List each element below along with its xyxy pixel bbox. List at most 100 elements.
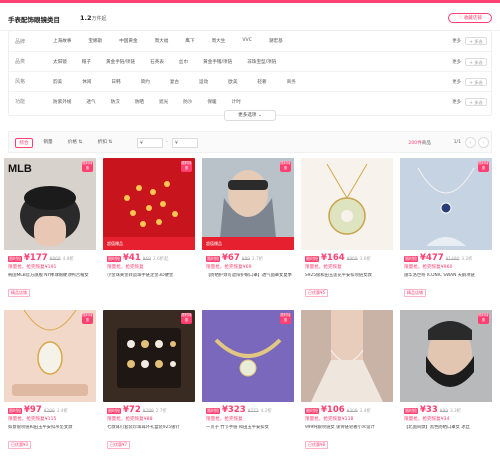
filter-option[interactable]: 计时	[232, 99, 241, 105]
filter-option[interactable]: 透气	[86, 99, 95, 105]
product-card[interactable]: 限时特惠 超值爆品 限时抢 ¥41 ¥69 2.6折起 限量抢，抢完恢复 小金珠黄金转…	[103, 158, 195, 306]
tab-discount[interactable]: 折扣 ⇅	[95, 138, 115, 148]
promo-text: 限量抢，抢完恢复¥69	[206, 265, 252, 270]
product-image[interactable]: 限时特惠	[202, 310, 294, 402]
product-card[interactable]: 限时特惠 限时抢 ¥33 ¥99 3.3折 限量抢，抢完恢复¥34 【北面同款】黑色防…	[400, 310, 492, 458]
filter-option[interactable]: 帽子	[82, 59, 91, 65]
product-title[interactable]: 七款耳钉套装珍珠耳环礼盒装925银针	[107, 425, 193, 437]
product-card[interactable]: 限时特惠 限时抢 ¥97 ¥299 3.4折 限量抢，抢完恢复¥115 如意银项链和田…	[4, 310, 96, 458]
filter-option[interactable]: 轻奢	[257, 79, 266, 85]
more-button[interactable]: 更多	[452, 59, 461, 65]
filter-option[interactable]: 中国黄金	[119, 38, 137, 44]
filter-option[interactable]: 运动	[199, 79, 208, 85]
filter-option[interactable]: 周大福	[155, 38, 169, 44]
limited-offer-badge: 限时特惠	[280, 161, 291, 172]
page-indicator: 1/1	[453, 140, 461, 145]
product-card[interactable]: MLB 限时特惠 限时抢 ¥177 ¥869 4.8折 限量抢，抢完恢复¥191 韩国…	[4, 158, 96, 306]
product-title[interactable]: 如意银项链和田玉平安扣吊坠女款	[8, 425, 94, 437]
filter-option[interactable]: 遮光	[159, 99, 168, 105]
product-card[interactable]: 限时特惠 限时抢 ¥477 ¥1490 3.2折 限量抢，抢完恢复¥960 施华洛世奇…	[400, 158, 492, 306]
filter-option[interactable]: 黄金手链/项链	[106, 59, 135, 65]
product-image[interactable]: MLB 限时特惠	[4, 158, 96, 250]
filter-option[interactable]: 上海故事	[53, 38, 71, 44]
product-title[interactable]: 999纯银项链女 锁骨链轻奢小众设计	[305, 425, 391, 437]
tab-comprehensive[interactable]: 综合	[15, 138, 33, 148]
product-image[interactable]: 限时特惠 超值爆品	[202, 158, 294, 250]
original-price: ¥309	[346, 409, 358, 414]
hot-deal-banner: 超值爆品	[202, 237, 294, 250]
filter-option[interactable]: 周大生	[212, 38, 226, 44]
prev-page-button[interactable]: ‹	[465, 137, 476, 148]
filter-option[interactable]: 保暖	[207, 99, 216, 105]
filter-option[interactable]: 丝巾	[179, 59, 188, 65]
multi-select-button[interactable]: + 多选	[465, 57, 487, 66]
favorite-shop-button[interactable]: ♡ 收藏店铺	[448, 13, 492, 23]
filter-option[interactable]: 简约	[141, 79, 150, 85]
filter-option[interactable]: 宝娜斯	[88, 38, 102, 44]
limited-offer-badge: 限时特惠	[478, 313, 489, 324]
product-price: ¥67	[222, 253, 240, 263]
more-button[interactable]: 更多	[452, 38, 461, 44]
product-card[interactable]: 限时特惠 超值爆品 限时抢 ¥67 ¥99 2.7折 限量抢，抢完恢复¥69 【防晒护…	[202, 158, 294, 306]
filter-option[interactable]: 防晒	[135, 99, 144, 105]
product-title[interactable]: 小金珠黄金转运珠手链足金3D硬金	[107, 273, 193, 285]
product-image[interactable]	[301, 158, 393, 250]
product-title[interactable]: 施华洛世奇 ICONIC SWAN 天鹅项链	[404, 273, 490, 285]
price-max-input[interactable]: ¥	[172, 138, 198, 148]
discount-rate: 3.3折	[449, 409, 462, 414]
multi-select-button[interactable]: + 多选	[465, 97, 487, 106]
multi-select-button[interactable]: + 多选	[465, 37, 487, 45]
filter-option[interactable]: 复古	[170, 79, 179, 85]
filter-option[interactable]: 商务	[287, 79, 296, 85]
filter-option[interactable]: 欧美	[228, 79, 237, 85]
multi-select-button[interactable]: + 多选	[465, 77, 487, 86]
price-min-input[interactable]: ¥	[137, 138, 163, 148]
product-image[interactable]	[301, 310, 393, 402]
svg-text:MLB: MLB	[8, 163, 32, 175]
more-button[interactable]: 更多	[452, 99, 461, 105]
filter-option[interactable]: 黄金手镯/项链	[203, 59, 232, 65]
item-count-number: 1.2	[80, 14, 92, 22]
product-image[interactable]: 限时特惠	[400, 310, 492, 402]
product-price: ¥477	[420, 253, 444, 263]
product-title[interactable]: 【防晒护颈可遮阳护眼口罩】透气面罩女夏季	[206, 273, 292, 285]
filter-option[interactable]: 日韩	[111, 79, 120, 85]
tab-price[interactable]: 价格 ⇅	[65, 138, 85, 148]
product-image[interactable]: 限时特惠	[4, 310, 96, 402]
product-title[interactable]: 韩国MLB官方旗舰 NY棒球帽硬顶鸭舌帽女	[8, 273, 94, 285]
filter-option[interactable]: VVC	[242, 38, 252, 44]
flash-sale-tag: 限时抢	[404, 408, 418, 414]
product-card[interactable]: 限时抢 ¥164 ¥969 3.6折 限量抢，抢完恢复 S925银和田玉莲花平安扣项链…	[301, 158, 393, 306]
flash-sale-tag: 限时抢	[206, 408, 220, 414]
product-image[interactable]: 限时特惠 超值爆品	[103, 158, 195, 250]
filter-option[interactable]: 休闲	[82, 79, 91, 85]
filter-option[interactable]: 太阳镜	[53, 59, 67, 65]
filter-option[interactable]: 非珠宝型/项链	[247, 59, 276, 65]
discount-rate: 2.7折	[155, 409, 167, 414]
filter-row-category: 品类 太阳镜 帽子 黄金手链/项链 石英表 丝巾 黄金手镯/项链 非珠宝型/项链…	[9, 51, 491, 71]
next-page-button[interactable]: ›	[478, 137, 489, 148]
product-title[interactable]: 【北面同款】黑色防晒口罩女 冰丝	[404, 425, 490, 437]
filter-option[interactable]: 韵美	[53, 79, 62, 85]
more-button[interactable]: 更多	[452, 79, 461, 85]
filter-option[interactable]: 鹰下	[185, 38, 194, 44]
filter-option[interactable]: 防沙	[183, 99, 192, 105]
limited-offer-badge: 限时特惠	[82, 313, 93, 324]
filter-option[interactable]: 防汉	[111, 99, 120, 105]
show-more-options-button[interactable]: 更多选项 ⌄	[224, 110, 276, 121]
product-card[interactable]: 限时抢 ¥106 ¥309 3.4折 限量抢，抢完恢复¥118 999纯银项链女 锁骨…	[301, 310, 393, 458]
product-image[interactable]: 限时特惠	[400, 158, 492, 250]
flash-sale-tag: 限时抢	[404, 256, 418, 262]
product-card[interactable]: 限时特惠 限时抢 ¥323 ¥772 4.2折 限量抢，抢完恢复 一贝子 竹节手链 和…	[202, 310, 294, 458]
flash-sale-tag: 限时抢	[305, 408, 319, 414]
total-count: 200件商品	[408, 140, 431, 146]
filter-option[interactable]: 石英表	[150, 59, 164, 65]
filter-option[interactable]: 潮宏基	[269, 38, 283, 44]
product-title[interactable]: 一贝子 竹节手链 和田玉平安扣女	[206, 425, 292, 437]
product-image[interactable]: 限时特惠	[103, 310, 195, 402]
filter-option[interactable]: 防紫外线	[53, 99, 71, 105]
tab-sales[interactable]: 销量	[39, 138, 57, 148]
product-title[interactable]: S925银和田玉莲花平安扣项链女款	[305, 273, 391, 285]
product-card[interactable]: 限时特惠 限时抢 ¥72 ¥299 2.7折 限量抢，抢完恢复¥88 七款耳钉套装珍珠…	[103, 310, 195, 458]
filter-row-brand: 品牌 上海故事 宝娜斯 中国黄金 周大福 鹰下 周大生 VVC 潮宏基 更多 +…	[9, 31, 491, 51]
